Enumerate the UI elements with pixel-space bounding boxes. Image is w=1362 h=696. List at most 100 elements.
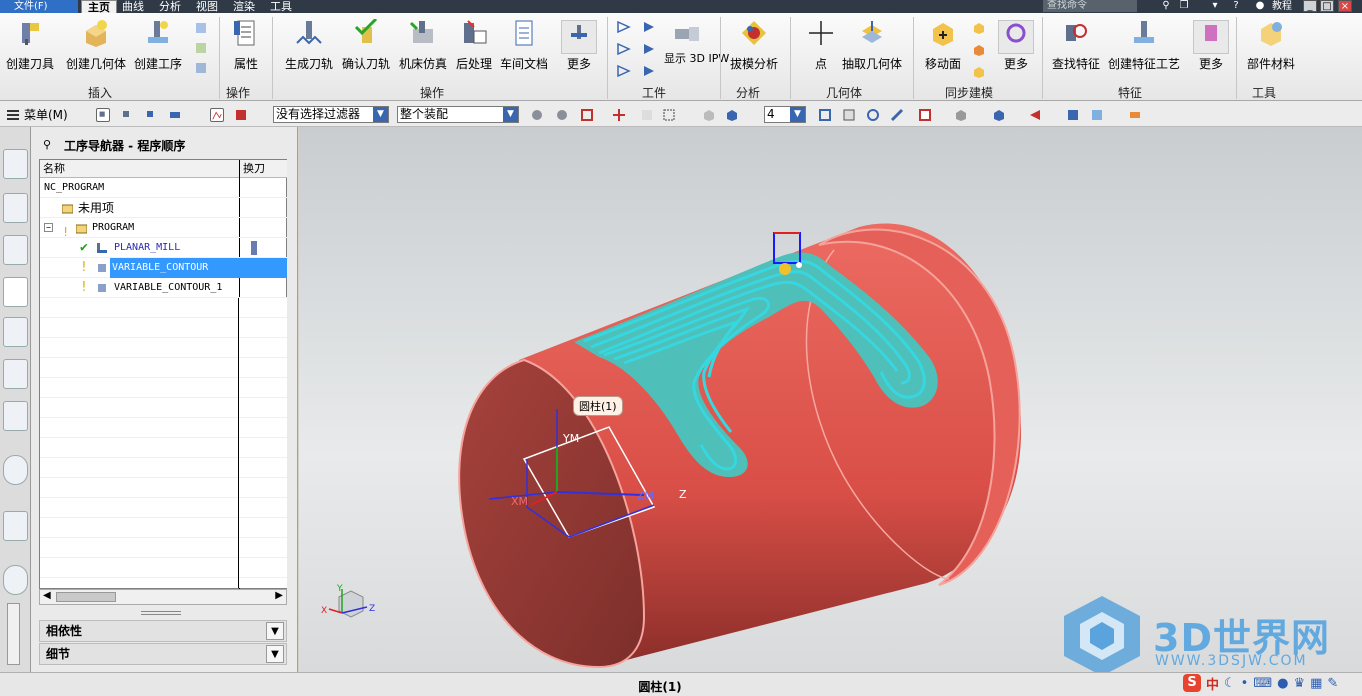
more-button-1[interactable]: 更多	[565, 19, 593, 72]
properties-button[interactable]: 属性	[232, 19, 260, 72]
graphics-viewport[interactable]: YM XM ZM Z Y X Z 圆柱(1) 3D世界网 WWW.3DSJW.C…	[299, 127, 1362, 672]
punctuation-icon[interactable]: •	[1241, 676, 1249, 691]
moon-icon[interactable]: ☾	[1224, 676, 1236, 691]
generate-toolpath-button[interactable]: 生成刀轨	[285, 19, 333, 72]
tree-row-variable-contour-1[interactable]: ! VARIABLE_CONTOUR_1	[40, 278, 287, 298]
file-menu[interactable]: 文件(F)	[0, 0, 78, 13]
shade-icon[interactable]	[702, 108, 716, 122]
tab-view[interactable]: 视图	[196, 0, 218, 13]
small-tool-icon-1[interactable]	[194, 21, 208, 35]
move-face-button[interactable]: 移动面	[925, 19, 961, 72]
history-library-icon[interactable]	[3, 401, 28, 431]
select-mode-icon-3[interactable]	[144, 108, 158, 122]
more-button-2[interactable]: 更多	[1002, 19, 1030, 72]
sync-icon-2[interactable]	[972, 43, 986, 57]
dropdown-icon[interactable]: ▾	[1209, 0, 1221, 12]
workpiece-icon-3[interactable]	[617, 42, 631, 56]
snap-icon-3[interactable]	[580, 108, 594, 122]
sync-icon-3[interactable]	[972, 65, 986, 79]
draft-analysis-button[interactable]: 拔模分析	[730, 19, 778, 72]
clock-icon[interactable]	[3, 565, 28, 595]
sync-icon-1[interactable]	[972, 21, 986, 35]
tree-row-variable-contour[interactable]: ! VARIABLE_CONTOUR	[40, 258, 287, 278]
fit-icon[interactable]	[818, 108, 832, 122]
collapse-toggle[interactable]: −	[44, 223, 53, 232]
workpiece-icon-2[interactable]	[642, 20, 656, 34]
accordion-dependencies[interactable]: 相依性 ▼	[39, 620, 287, 642]
pan-icon[interactable]	[890, 108, 904, 122]
view-mode-icon-2[interactable]	[234, 108, 248, 122]
layer-select[interactable]: 4 ▼	[764, 106, 806, 123]
horizontal-scrollbar[interactable]: ◀ ▶	[39, 589, 287, 605]
scroll-right-icon[interactable]: ▶	[275, 590, 283, 601]
search-icon[interactable]: ⚲	[1160, 0, 1172, 12]
part-navigator-icon[interactable]	[3, 235, 28, 265]
cube-icon[interactable]	[725, 108, 739, 122]
tab-analysis[interactable]: 分析	[159, 0, 181, 13]
tree-row-program[interactable]: − ! PROGRAM	[40, 218, 287, 239]
help-icon[interactable]: ?	[1230, 0, 1242, 12]
part-model[interactable]: YM XM ZM Z Y X Z	[299, 127, 1362, 672]
view-mode-icon-1[interactable]	[210, 108, 224, 122]
shop-doc-button[interactable]: 车间文档	[500, 19, 548, 72]
grid-icon[interactable]: ▦	[1310, 676, 1322, 691]
tree-row-nc-program[interactable]: NC_PROGRAM	[40, 178, 287, 198]
create-geometry-button[interactable]: 创建几何体	[66, 19, 126, 72]
create-operation-button[interactable]: 创建工序	[134, 19, 182, 72]
show-3d-ipw-button[interactable]: 显示 3D IPW	[664, 19, 729, 64]
assembly-navigator-icon[interactable]	[3, 149, 28, 179]
tab-tools[interactable]: 工具	[270, 0, 292, 13]
snap-icon-4[interactable]	[612, 108, 626, 122]
snap-icon-1[interactable]	[530, 108, 544, 122]
zoom-icon[interactable]	[842, 108, 856, 122]
menu-button[interactable]: 菜单(M)	[24, 106, 68, 123]
rotate-icon[interactable]	[866, 108, 880, 122]
workpiece-icon-4[interactable]	[642, 42, 656, 56]
small-tool-icon-3[interactable]	[194, 61, 208, 75]
machine-navigator-icon[interactable]	[3, 317, 28, 347]
create-tool-button[interactable]: 创建刀具	[6, 19, 54, 72]
work-layer-icon[interactable]	[1066, 108, 1080, 122]
scroll-left-icon[interactable]: ◀	[43, 590, 51, 601]
info-icon[interactable]	[3, 455, 28, 485]
workpiece-icon-1[interactable]	[617, 20, 631, 34]
orient-icon[interactable]	[918, 108, 932, 122]
more-button-3[interactable]: 更多	[1197, 19, 1225, 72]
extract-geometry-button[interactable]: 抽取几何体	[842, 19, 902, 72]
tab-curve[interactable]: 曲线	[122, 0, 144, 13]
splitter-grip[interactable]	[141, 611, 181, 615]
workpiece-icon-6[interactable]	[642, 64, 656, 78]
tree-row-planar-mill[interactable]: ✔ PLANAR_MILL	[40, 238, 287, 258]
select-mode-icon-2[interactable]	[120, 108, 134, 122]
chevron-down-icon[interactable]: ▼	[266, 622, 284, 640]
chevron-down-icon[interactable]: ▼	[266, 645, 284, 663]
wrench-icon[interactable]: ✎	[1327, 676, 1338, 691]
tree-row-unused[interactable]: 未用项	[40, 198, 287, 218]
assembly-scope-select[interactable]: 整个装配 ▼	[397, 106, 519, 123]
resource-bar-scroll[interactable]	[7, 603, 20, 665]
tab-home[interactable]: 主页	[81, 0, 117, 14]
selection-filter-select[interactable]: 没有选择过滤器 ▼	[273, 106, 389, 123]
operation-navigator-icon[interactable]	[3, 277, 28, 307]
small-tool-icon-2[interactable]	[194, 41, 208, 55]
ime-mode-label[interactable]: 中	[1206, 674, 1219, 693]
part-material-button[interactable]: 部件材料	[1247, 19, 1295, 72]
window-restore-icon[interactable]: ❐	[1178, 0, 1190, 12]
sogou-icon[interactable]: S	[1183, 674, 1201, 692]
view-cube-icon[interactable]	[992, 108, 1006, 122]
shirt-icon[interactable]: ♛	[1293, 676, 1305, 691]
user-icon[interactable]: ●	[1277, 676, 1288, 691]
snap-icon-2[interactable]	[555, 108, 569, 122]
section-icon[interactable]	[1028, 108, 1042, 122]
select-mode-icon-4[interactable]	[168, 108, 182, 122]
close-button[interactable]: ×	[1338, 0, 1352, 12]
constraint-navigator-icon[interactable]	[3, 193, 28, 223]
select-mode-icon-1[interactable]	[96, 108, 110, 122]
web-browser-icon[interactable]	[3, 511, 28, 541]
find-feature-button[interactable]: 查找特征	[1052, 19, 1100, 72]
accordion-details[interactable]: 细节 ▼	[39, 643, 287, 665]
command-search-input[interactable]: 查找命令	[1043, 0, 1137, 12]
verify-toolpath-button[interactable]: 确认刀轨	[342, 19, 390, 72]
edit-layer-icon[interactable]	[1090, 108, 1104, 122]
tab-render[interactable]: 渲染	[233, 0, 255, 13]
